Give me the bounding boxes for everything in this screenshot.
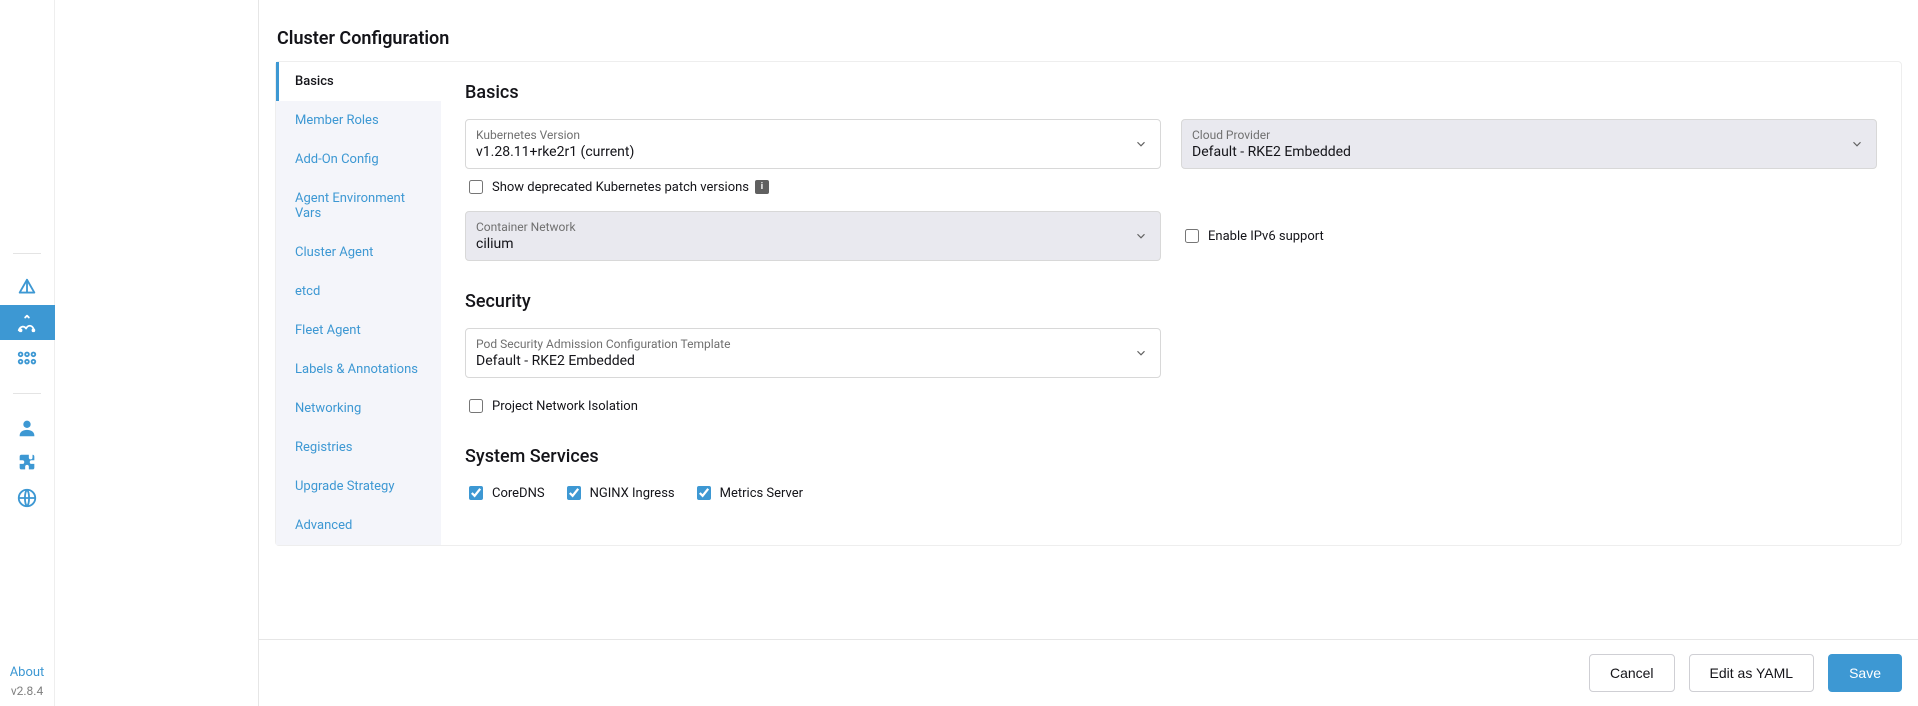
show-deprecated-input[interactable]	[469, 180, 483, 194]
pni-input[interactable]	[469, 399, 483, 413]
secondary-sidebar	[55, 0, 259, 706]
metrics-label: Metrics Server	[720, 486, 803, 501]
tab-basics[interactable]: Basics	[276, 62, 441, 101]
tab-fleet-agent[interactable]: Fleet Agent	[276, 311, 441, 350]
nav-mesh-icon[interactable]	[0, 340, 55, 375]
chevron-down-icon	[1134, 137, 1148, 151]
tab-cluster-agent[interactable]: Cluster Agent	[276, 233, 441, 272]
tab-networking[interactable]: Networking	[276, 389, 441, 428]
main: Cluster Configuration Basics Member Role…	[259, 0, 1918, 706]
rail-footer: About v2.8.4	[0, 665, 54, 706]
config-panel: Basics Member Roles Add-On Config Agent …	[275, 61, 1902, 546]
tab-addon-config[interactable]: Add-On Config	[276, 140, 441, 179]
info-icon[interactable]: i	[755, 180, 769, 194]
nginx-label: NGINX Ingress	[590, 486, 675, 501]
ipv6-checkbox[interactable]: Enable IPv6 support	[1181, 226, 1324, 246]
container-network-value: cilium	[476, 236, 514, 252]
edit-yaml-button[interactable]: Edit as YAML	[1689, 654, 1815, 692]
icon-rail: About v2.8.4	[0, 0, 55, 706]
save-button[interactable]: Save	[1828, 654, 1902, 692]
version-label: v2.8.4	[11, 684, 43, 698]
show-deprecated-label: Show deprecated Kubernetes patch version…	[492, 180, 749, 195]
nginx-checkbox[interactable]: NGINX Ingress	[563, 483, 675, 503]
coredns-checkbox[interactable]: CoreDNS	[465, 483, 545, 503]
config-tabs: Basics Member Roles Add-On Config Agent …	[276, 62, 441, 545]
page-title: Cluster Configuration	[277, 28, 1902, 49]
cloud-provider-label: Cloud Provider	[1192, 128, 1840, 142]
container-network-select: Container Network cilium	[465, 211, 1161, 261]
nginx-input[interactable]	[567, 486, 581, 500]
k8s-version-select[interactable]: Kubernetes Version v1.28.11+rke2r1 (curr…	[465, 119, 1161, 169]
psa-value: Default - RKE2 Embedded	[476, 353, 635, 369]
coredns-input[interactable]	[469, 486, 483, 500]
psa-select[interactable]: Pod Security Admission Configuration Tem…	[465, 328, 1161, 378]
system-services-row: CoreDNS NGINX Ingress Metrics Server	[465, 483, 1877, 503]
psa-label: Pod Security Admission Configuration Tem…	[476, 337, 1124, 351]
tab-member-roles[interactable]: Member Roles	[276, 101, 441, 140]
show-deprecated-checkbox[interactable]: Show deprecated Kubernetes patch version…	[465, 177, 1161, 197]
about-link[interactable]: About	[10, 665, 45, 680]
ipv6-input[interactable]	[1185, 229, 1199, 243]
tab-etcd[interactable]: etcd	[276, 272, 441, 311]
nav-user-icon[interactable]	[0, 410, 55, 445]
coredns-label: CoreDNS	[492, 486, 545, 501]
panel-body: Basics Kubernetes Version v1.28.11+rke2r…	[441, 62, 1901, 545]
cloud-provider-select: Cloud Provider Default - RKE2 Embedded	[1181, 119, 1877, 169]
nav-cluster-icon[interactable]	[0, 305, 55, 340]
k8s-version-label: Kubernetes Version	[476, 128, 1124, 142]
rail-divider	[13, 393, 41, 394]
tab-upgrade[interactable]: Upgrade Strategy	[276, 467, 441, 506]
section-basics-title: Basics	[465, 82, 1877, 103]
tab-registries[interactable]: Registries	[276, 428, 441, 467]
content: Cluster Configuration Basics Member Role…	[259, 0, 1918, 639]
tab-agent-env[interactable]: Agent Environment Vars	[276, 179, 441, 233]
cancel-button[interactable]: Cancel	[1589, 654, 1675, 692]
chevron-down-icon	[1134, 346, 1148, 360]
nav-puzzle-icon[interactable]	[0, 445, 55, 480]
k8s-version-value: v1.28.11+rke2r1 (current)	[476, 144, 634, 160]
tab-labels[interactable]: Labels & Annotations	[276, 350, 441, 389]
chevron-down-icon	[1850, 137, 1864, 151]
nav-compose-icon[interactable]	[0, 270, 55, 305]
pni-checkbox[interactable]: Project Network Isolation	[465, 396, 1877, 416]
nav-globe-icon[interactable]	[0, 480, 55, 515]
metrics-checkbox[interactable]: Metrics Server	[693, 483, 803, 503]
cloud-provider-value: Default - RKE2 Embedded	[1192, 144, 1351, 160]
metrics-input[interactable]	[697, 486, 711, 500]
tab-advanced[interactable]: Advanced	[276, 506, 441, 545]
footer-bar: Cancel Edit as YAML Save	[259, 639, 1918, 706]
chevron-down-icon	[1134, 229, 1148, 243]
container-network-label: Container Network	[476, 220, 1124, 234]
section-system-services-title: System Services	[465, 446, 1877, 467]
rail-divider	[13, 253, 41, 254]
pni-label: Project Network Isolation	[492, 399, 638, 414]
ipv6-label: Enable IPv6 support	[1208, 229, 1324, 244]
section-security-title: Security	[465, 291, 1877, 312]
